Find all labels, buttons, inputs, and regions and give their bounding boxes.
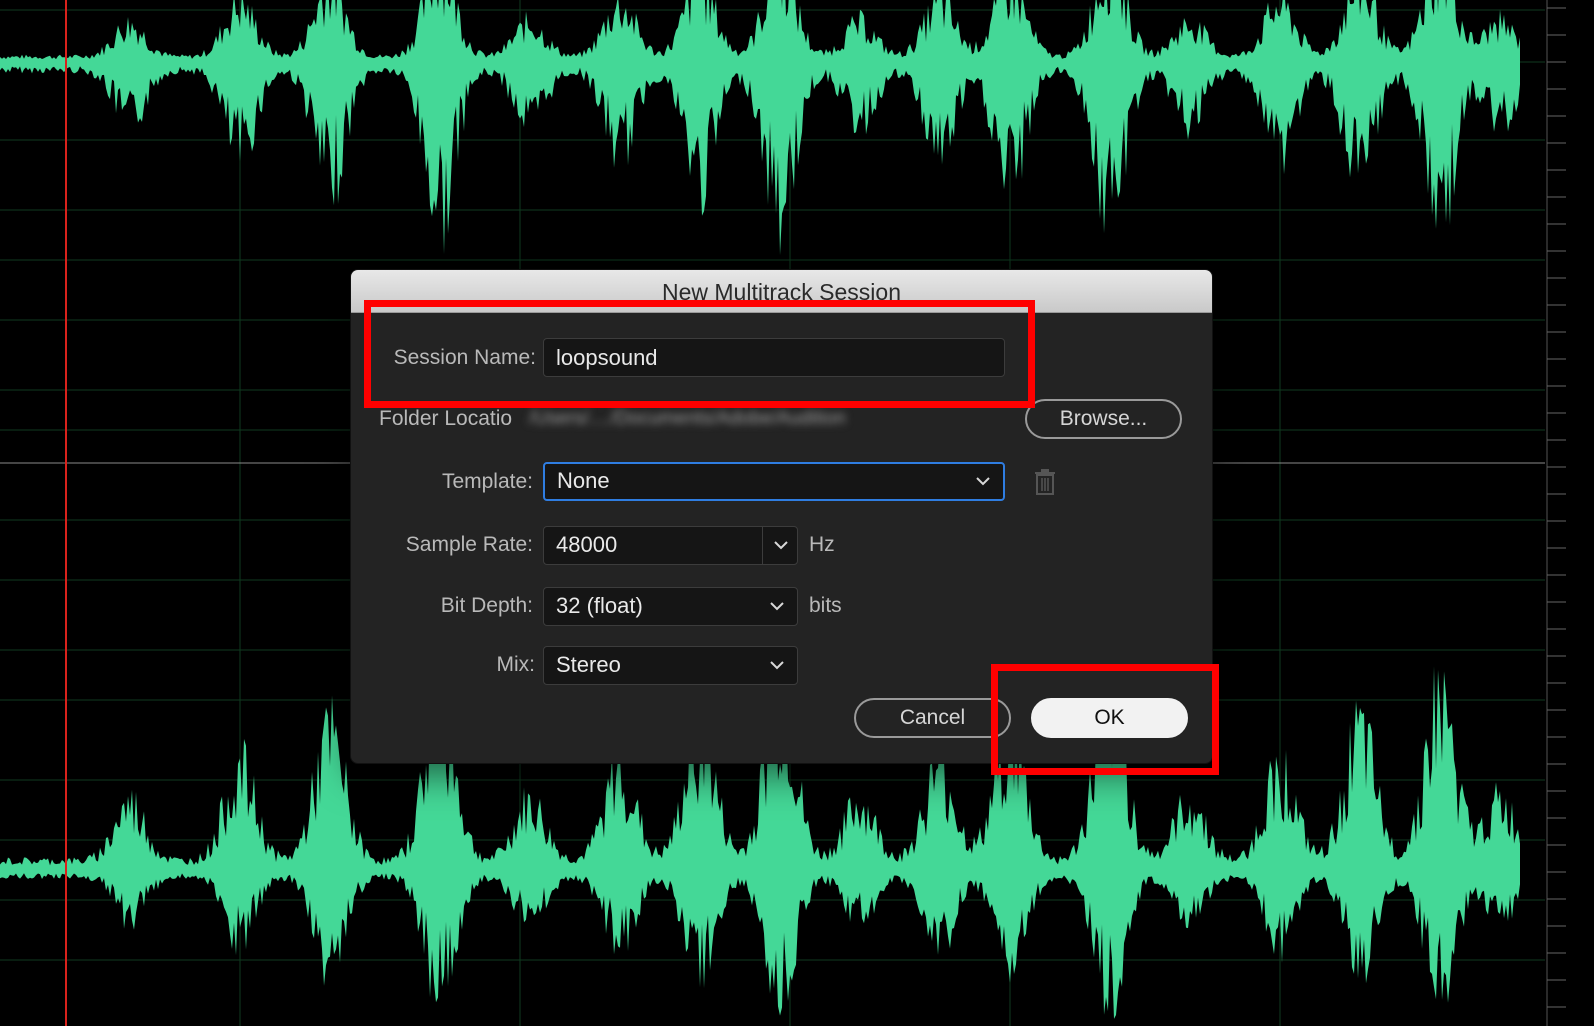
cancel-button[interactable]: Cancel	[854, 698, 1011, 738]
sample-rate-value: 48000	[556, 532, 618, 557]
ok-button[interactable]: OK	[1031, 698, 1188, 738]
chevron-down-icon	[975, 464, 991, 499]
sample-rate-combobox[interactable]: 48000	[543, 526, 798, 565]
bit-depth-unit: bits	[809, 594, 842, 617]
bit-depth-select[interactable]: 32 (float)	[543, 587, 798, 626]
folder-location-label: Folder Locatio	[379, 407, 513, 430]
sample-rate-unit: Hz	[809, 533, 835, 556]
mix-select[interactable]: Stereo	[543, 646, 798, 685]
template-value: None	[557, 468, 610, 493]
chevron-down-icon[interactable]	[773, 527, 789, 564]
bit-depth-value: 32 (float)	[556, 593, 643, 618]
folder-location-path[interactable]: /Users/..../Documents/Adobe/Audition	[529, 408, 979, 430]
waveform-channel-left	[0, 0, 1520, 256]
trash-icon[interactable]	[1034, 469, 1056, 500]
new-multitrack-session-dialog: New Multitrack Session Session Name: Fol…	[351, 270, 1212, 763]
browse-button[interactable]: Browse...	[1025, 399, 1182, 439]
mix-value: Stereo	[556, 652, 621, 677]
chevron-down-icon	[769, 588, 785, 625]
chevron-down-icon	[769, 647, 785, 684]
template-label: Template:	[441, 470, 533, 493]
template-select[interactable]: None	[543, 462, 1005, 501]
sample-rate-label: Sample Rate:	[405, 533, 533, 556]
session-name-label: Session Name:	[393, 346, 536, 369]
bit-depth-label: Bit Depth:	[440, 594, 533, 617]
dialog-title: New Multitrack Session	[351, 270, 1212, 313]
mix-label: Mix:	[496, 653, 536, 676]
session-name-input[interactable]	[543, 338, 1005, 377]
amplitude-ruler	[1546, 0, 1566, 1026]
